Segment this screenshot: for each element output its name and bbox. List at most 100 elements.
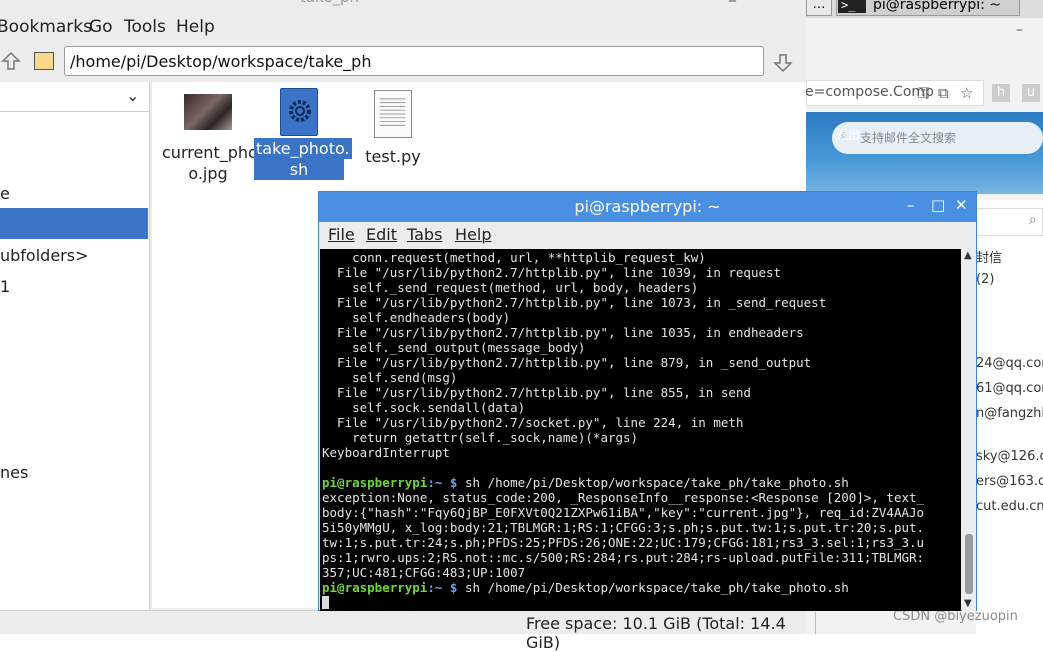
sidebar-dropdown[interactable]: ⌄ [0, 82, 150, 112]
minimize-icon[interactable]: _ [729, 0, 736, 2]
browser-toolbar: – [806, 18, 1043, 78]
prompt-line: pi@raspberrypi:~ $ sh /home/pi/Desktop/w… [322, 475, 924, 490]
output-line: File "/usr/lib/python2.7/httplib.py", li… [322, 325, 804, 340]
menu-bar: Bookmarks Go Tools Help [0, 14, 806, 42]
terminal-scrollbar[interactable]: ▲ ▼ [962, 249, 976, 611]
output-line: File "/usr/lib/python2.7/httplib.py", li… [322, 295, 827, 310]
output-line: self.endheaders(body) [322, 310, 511, 325]
close-icon[interactable]: × [786, 0, 798, 2]
sidebar-item[interactable]: 1 [0, 277, 10, 296]
file-name: take_photo. [254, 138, 352, 159]
output-line: KeyboardInterrupt [322, 445, 450, 460]
status-bar: Free space: 10.1 GiB (Total: 14.4 GiB) [0, 610, 806, 652]
maximize-icon[interactable]: □ [931, 196, 945, 214]
output-line: tw:1;s.put.tr:24;s.ph;PFDS:25;PFDS:26;ON… [322, 535, 925, 550]
terminal-titlebar[interactable]: pi@raspberrypi: ~ – □ ✕ [319, 192, 976, 222]
output-line: self._send_request(method, url, body, he… [322, 280, 699, 295]
path-input[interactable]: /home/pi/Desktop/workspace/take_ph [64, 46, 764, 76]
mail-row[interactable]: n@fangzhig [976, 406, 1043, 421]
sidebar-item[interactable]: e [0, 184, 10, 203]
scroll-up-icon[interactable]: ▲ [964, 250, 972, 261]
mail-row[interactable]: 封信 [976, 247, 1002, 266]
logout-link[interactable]: 退出 [836, 126, 860, 143]
output-line: return getattr(self._sock,name)(*args) [322, 430, 639, 445]
mail-row[interactable]: 24@qq.com [976, 356, 1043, 371]
output-line: body:{"hash":"Fqy6QjBP_E0FXVt0Q21ZXPw61i… [322, 505, 925, 520]
terminal-screen[interactable]: conn.request(method, url, **httplib_requ… [320, 249, 961, 611]
minimize-icon[interactable]: – [907, 196, 915, 214]
prompt-user: pi@raspberrypi [322, 475, 428, 490]
prompt-path: :~ $ [427, 580, 465, 595]
mail-row[interactable]: ers@163.co [976, 474, 1043, 489]
taskbar-button[interactable]: … [806, 0, 832, 16]
terminal-cursor [322, 596, 329, 609]
extension-icon[interactable]: h [992, 84, 1010, 102]
extension-icon[interactable]: u [1022, 84, 1040, 102]
toolbar: /home/pi/Desktop/workspace/take_ph [0, 42, 806, 80]
translate-icon[interactable]: ⧉ [938, 84, 949, 102]
go-arrow-icon[interactable] [772, 52, 794, 74]
search-placeholder: 支持邮件全文搜索 [860, 131, 957, 145]
sidebar-item[interactable]: ubfolders> [0, 246, 88, 265]
output-line: File "/usr/lib/python2.7/httplib.py", li… [322, 265, 782, 280]
home-folder-icon[interactable] [34, 52, 54, 70]
file-name: test.py [365, 147, 421, 166]
scrollbar-thumb[interactable] [965, 534, 973, 594]
menu-tabs[interactable]: Tabs [407, 225, 442, 244]
file-name: o.jpg [188, 164, 228, 183]
output-line: File "/usr/lib/python2.7/httplib.py", li… [322, 355, 812, 370]
output-line: File "/usr/lib/python2.7/httplib.py", li… [322, 385, 751, 400]
terminal-output: conn.request(method, url, **httplib_requ… [322, 250, 924, 610]
star-icon[interactable]: ☆ [960, 84, 973, 102]
menu-help[interactable]: Help [455, 225, 491, 244]
minimize-icon[interactable]: – [1016, 22, 1023, 38]
output-line: self._send_output(message_body) [322, 340, 586, 355]
output-line: conn.request(method, url, **httplib_requ… [322, 250, 706, 265]
file-item-selected[interactable]: take_photo. sh [254, 88, 352, 180]
output-line: 357;UC:481;CFGG:483;UP:1007 [322, 565, 526, 580]
sidebar-item[interactable]: nes [0, 463, 28, 482]
mail-row[interactable]: cut.edu.cn [976, 499, 1043, 514]
scroll-down-icon[interactable]: ▼ [964, 598, 972, 609]
file-name: sh [287, 159, 311, 180]
output-line: exception:None, status_code:200, _Respon… [322, 490, 925, 505]
maximize-icon[interactable]: □ [760, 0, 773, 2]
output-line: self.send(msg) [322, 370, 458, 385]
menu-bookmarks[interactable]: Bookmarks [0, 17, 92, 37]
menu-help[interactable]: Help [176, 17, 215, 37]
sidebar: ⌄ e ubfolders> 1 nes [0, 82, 150, 634]
menu-tools[interactable]: Tools [124, 17, 166, 37]
output-line: File "/usr/lib/python2.7/socket.py", lin… [322, 415, 744, 430]
menu-go[interactable]: Go [89, 17, 113, 37]
menu-file[interactable]: File [328, 225, 355, 244]
sidebar-item-selected[interactable] [0, 208, 148, 239]
text-file-icon [374, 90, 412, 138]
browser-address-bar[interactable]: e=compose.Comp [805, 80, 984, 106]
file-manager-titlebar: take_ph _ □ × [0, 0, 806, 8]
watermark: CSDN @biyezuopin [893, 609, 1018, 624]
mail-row[interactable]: 61@qq.com [976, 381, 1043, 396]
prompt-user: pi@raspberrypi [322, 580, 428, 595]
terminal-menu-bar: File Edit Tabs Help [319, 222, 976, 248]
image-thumbnail-icon [184, 94, 232, 130]
mail-row[interactable]: sky@126.co [976, 449, 1043, 464]
divider [815, 612, 825, 634]
up-arrow-icon[interactable] [0, 50, 22, 72]
command-text: sh /home/pi/Desktop/workspace/take_ph/ta… [465, 475, 849, 490]
terminal-icon: >_ [838, 0, 866, 13]
mail-search-input[interactable]: ⌕ 支持邮件全文搜索 [832, 122, 1043, 154]
close-icon[interactable]: ✕ [955, 196, 968, 214]
key-icon[interactable]: ⚿ [918, 84, 929, 102]
terminal-title: pi@raspberrypi: ~ [574, 197, 721, 216]
output-line: 5i50yMMgU, x_log:body:21;TBLMGR:1;RS:1;C… [322, 520, 925, 535]
free-space-status: Free space: 10.1 GiB (Total: 14.4 GiB) [526, 614, 786, 652]
mail-list-search[interactable]: ⌕ [976, 208, 1043, 236]
mail-row[interactable]: (2) [976, 272, 994, 287]
file-item[interactable]: current_phot o.jpg [160, 94, 264, 184]
menu-edit[interactable]: Edit [366, 225, 397, 244]
output-line: ps:1;rwro.ups:2;RS.not::mc.s/500;RS:284;… [322, 550, 925, 565]
file-item[interactable]: test.py [352, 90, 434, 167]
gear-script-icon [280, 88, 318, 136]
path-text: /home/pi/Desktop/workspace/take_ph [70, 52, 372, 71]
prompt-path: :~ $ [427, 475, 465, 490]
